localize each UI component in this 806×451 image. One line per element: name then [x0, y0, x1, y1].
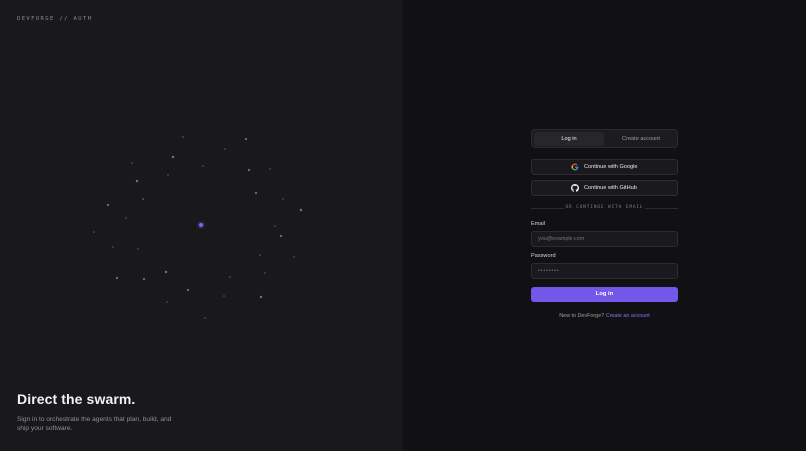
swarm-node	[229, 276, 231, 278]
swarm-node	[167, 174, 169, 176]
tab-log-in[interactable]: Log in	[534, 132, 604, 146]
swarm-node	[264, 272, 266, 274]
swarm-node	[125, 217, 127, 219]
swarm-node	[279, 234, 283, 238]
email-label: Email	[531, 221, 545, 227]
swarm-core-node	[198, 222, 204, 228]
password-label: Password	[531, 253, 556, 259]
divider-line	[645, 208, 678, 209]
swarm-node	[247, 168, 251, 172]
signup-prompt: New to DevForge? Create an account	[531, 313, 678, 319]
log-in-button[interactable]: Log in	[531, 287, 678, 302]
swarm-node	[274, 225, 276, 227]
swarm-node	[244, 137, 248, 141]
swarm-node	[166, 301, 168, 303]
github-signin-button[interactable]: Continue with GitHub	[531, 180, 678, 196]
password-field[interactable]	[531, 263, 678, 279]
swarm-node	[137, 248, 139, 250]
email-divider: OR CONTINUE WITH EMAIL	[531, 205, 678, 211]
github-logo-icon	[571, 184, 579, 192]
agent-swarm-graphic	[93, 136, 303, 319]
swarm-node	[106, 203, 110, 207]
swarm-node	[299, 208, 303, 212]
swarm-node	[182, 136, 184, 138]
swarm-node	[282, 198, 284, 200]
tab-create-account[interactable]: Create account	[606, 132, 676, 146]
swarm-node	[259, 295, 263, 299]
swarm-node	[115, 276, 119, 280]
swarm-node	[164, 270, 168, 274]
swarm-node	[254, 191, 258, 195]
hero-panel: DEVFORGE // AUTH Direct the swarm. Sign …	[0, 0, 403, 451]
swarm-node	[224, 148, 226, 150]
swarm-node	[131, 162, 133, 164]
swarm-node	[93, 231, 95, 233]
swarm-node	[135, 179, 139, 183]
swarm-node	[223, 295, 225, 297]
google-logo-icon	[571, 163, 579, 171]
signup-prompt-text: New to DevForge?	[559, 313, 605, 319]
swarm-node	[142, 277, 146, 281]
create-account-link[interactable]: Create an account	[606, 313, 650, 319]
swarm-node	[259, 254, 261, 256]
google-signin-label: Continue with Google	[584, 164, 638, 170]
swarm-node	[204, 317, 206, 319]
google-signin-button[interactable]: Continue with Google	[531, 159, 678, 175]
swarm-node	[142, 198, 144, 200]
swarm-node	[269, 168, 271, 170]
auth-panel	[403, 0, 806, 451]
swarm-node	[293, 256, 295, 258]
swarm-node	[202, 165, 204, 167]
swarm-node	[112, 246, 114, 248]
github-signin-label: Continue with GitHub	[584, 185, 637, 191]
auth-tabs: Log in Create account	[531, 129, 678, 148]
email-field[interactable]	[531, 231, 678, 247]
swarm-node	[186, 288, 190, 292]
swarm-node	[171, 155, 175, 159]
hero-subtitle: Sign in to orchestrate the agents that p…	[17, 416, 172, 432]
hero-title: Direct the swarm.	[17, 391, 136, 407]
